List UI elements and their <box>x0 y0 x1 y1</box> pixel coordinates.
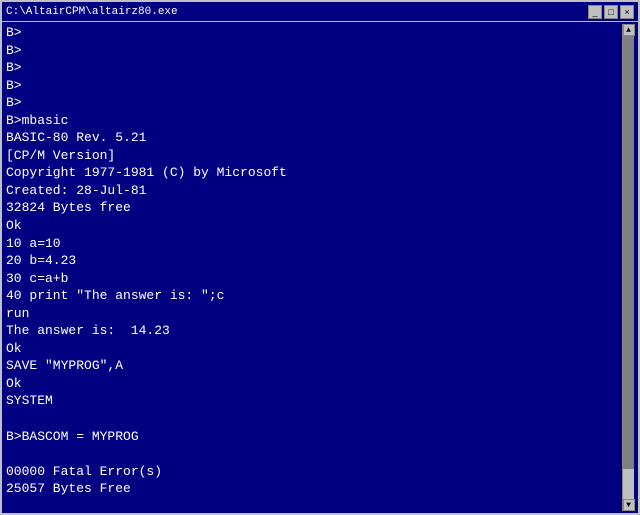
title-buttons: _ □ × <box>588 5 634 19</box>
window-title: C:\AltairCPM\altairz80.exe <box>6 6 178 18</box>
scroll-up-button[interactable]: ▲ <box>623 24 635 36</box>
title-bar: C:\AltairCPM\altairz80.exe _ □ × <box>2 2 638 22</box>
close-button[interactable]: × <box>620 5 634 19</box>
minimize-button[interactable]: _ <box>588 5 602 19</box>
scrollbar[interactable]: ▲ ▼ <box>622 24 634 511</box>
main-window: C:\AltairCPM\altairz80.exe _ □ × B> B> B… <box>0 0 640 515</box>
scrollbar-track[interactable] <box>623 36 634 499</box>
scroll-down-button[interactable]: ▼ <box>623 499 635 511</box>
terminal-area[interactable]: B> B> B> B> B> B>mbasic BASIC-80 Rev. 5.… <box>2 22 638 513</box>
terminal-content: B> B> B> B> B> B>mbasic BASIC-80 Rev. 5.… <box>6 24 622 511</box>
maximize-button[interactable]: □ <box>604 5 618 19</box>
scrollbar-thumb[interactable] <box>623 469 634 499</box>
title-bar-left: C:\AltairCPM\altairz80.exe <box>6 6 178 18</box>
